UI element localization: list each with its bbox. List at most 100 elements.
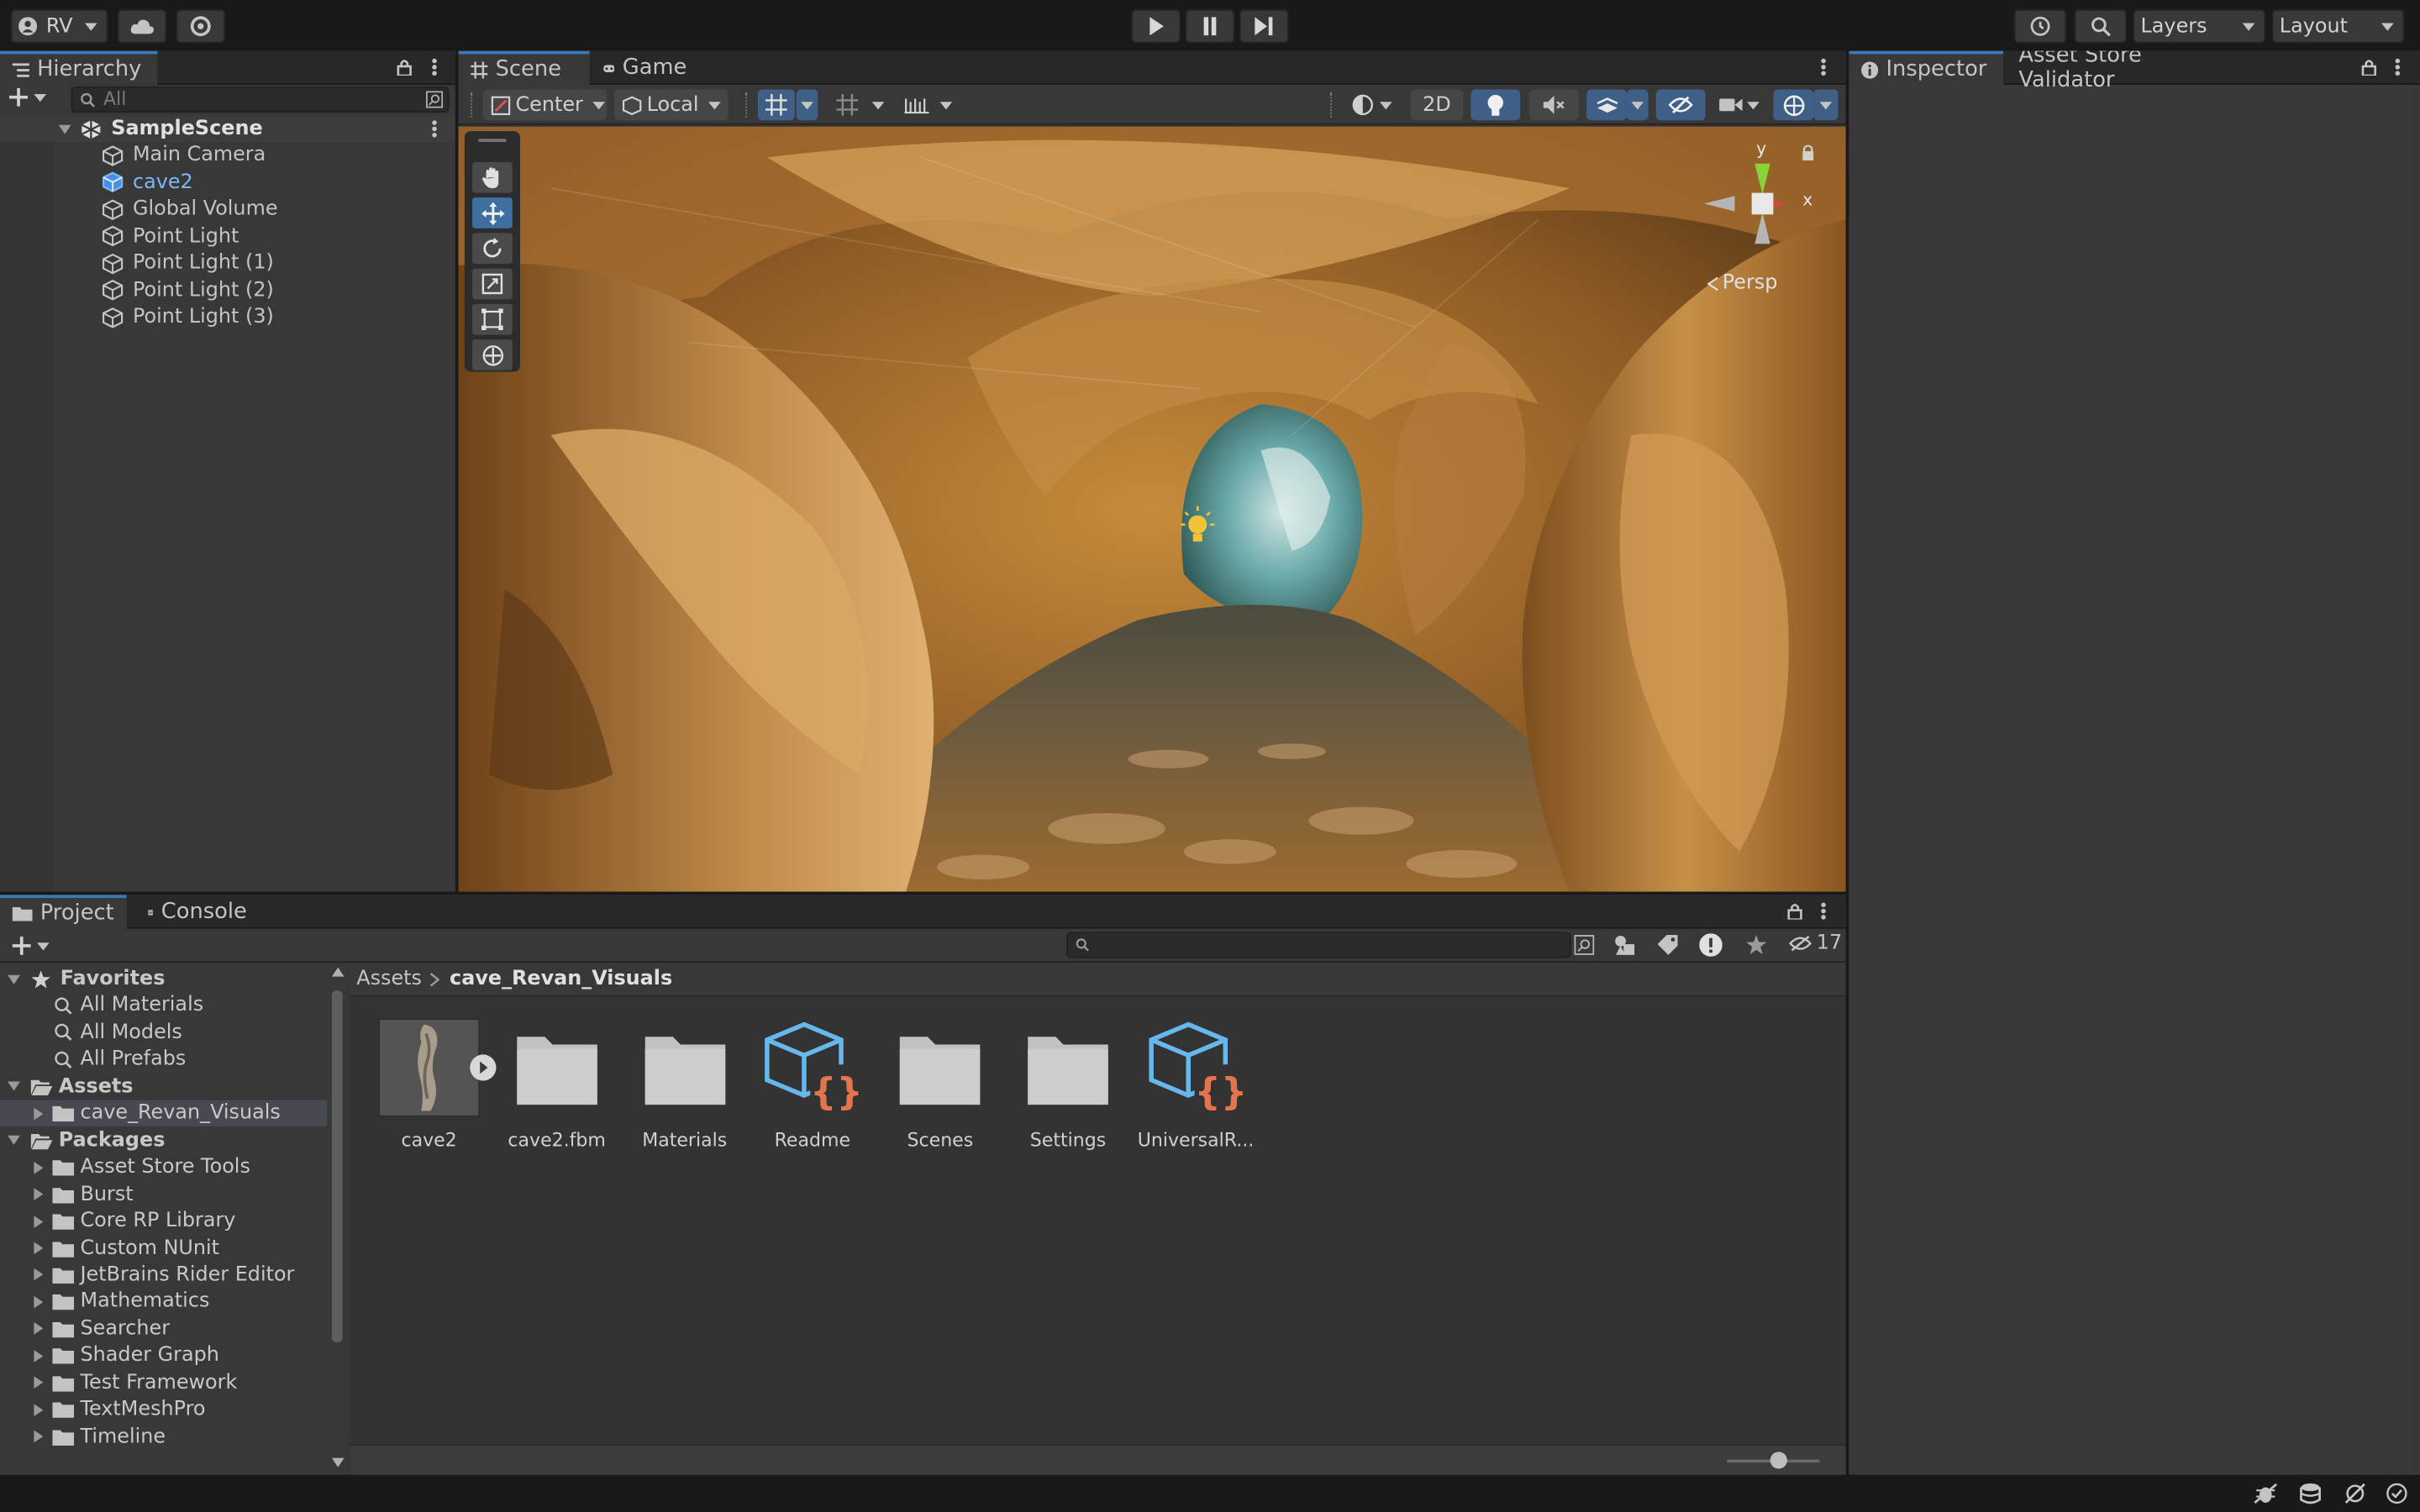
- hierarchy-item[interactable]: Main Camera: [0, 142, 455, 168]
- breadcrumb-root[interactable]: Assets: [356, 968, 422, 991]
- kebab-menu-icon[interactable]: [1821, 58, 1826, 76]
- tree-packages-header[interactable]: Packages: [0, 1127, 327, 1153]
- tab-inspector[interactable]: Inspector: [1849, 50, 2004, 86]
- play-button[interactable]: [1131, 9, 1181, 44]
- lock-icon[interactable]: [397, 59, 412, 76]
- lock-icon[interactable]: [1787, 902, 1802, 920]
- cloud-button[interactable]: [117, 9, 167, 44]
- checkmark-circle-icon[interactable]: [2386, 1483, 2408, 1504]
- tab-console[interactable]: Console: [136, 895, 260, 928]
- gizmos-toggle[interactable]: [1773, 89, 1814, 121]
- toggle-2d-button[interactable]: 2D: [1410, 89, 1464, 121]
- filter-by-type-icon[interactable]: [1614, 935, 1636, 955]
- expand-arrow-icon[interactable]: [34, 1161, 44, 1174]
- snap-settings-button[interactable]: [898, 90, 935, 121]
- star-icon[interactable]: [1745, 935, 1767, 955]
- expand-arrow-icon[interactable]: [8, 974, 20, 984]
- tree-package-item[interactable]: Searcher: [0, 1315, 327, 1341]
- expand-arrow-icon[interactable]: [8, 1082, 20, 1092]
- zoom-slider-thumb[interactable]: [1770, 1452, 1787, 1469]
- expand-arrow-icon[interactable]: [34, 1107, 44, 1120]
- layout-dropdown[interactable]: Layout: [2271, 9, 2405, 44]
- expand-arrow-icon[interactable]: [34, 1376, 44, 1389]
- move-tool-button[interactable]: [472, 197, 513, 228]
- expand-arrow-icon[interactable]: [34, 1430, 44, 1443]
- tree-folder-item[interactable]: cave_Revan_Visuals: [0, 1100, 328, 1127]
- hierarchy-item[interactable]: Point Light (2): [0, 277, 455, 303]
- debug-mode-icon[interactable]: [2254, 1483, 2278, 1504]
- expand-arrow-icon[interactable]: [34, 1268, 44, 1282]
- tree-package-item[interactable]: Asset Store Tools: [0, 1154, 327, 1180]
- scene-visibility-toggle[interactable]: [1655, 89, 1706, 121]
- asset-tile[interactable]: {} UniversalR...: [1135, 1018, 1255, 1157]
- transform-tool-button[interactable]: [472, 339, 513, 370]
- gizmos-dropdown[interactable]: [1813, 89, 1839, 121]
- asset-tile[interactable]: cave2.fbm: [497, 1018, 617, 1157]
- tab-game[interactable]: Game: [591, 51, 699, 85]
- expand-arrow-icon[interactable]: [8, 1136, 20, 1146]
- asset-tile[interactable]: Scenes: [880, 1018, 1000, 1157]
- tab-asset-store-validator[interactable]: Asset Store Validator: [2007, 51, 2238, 93]
- pause-button[interactable]: [1185, 9, 1235, 44]
- audio-toggle[interactable]: [1529, 89, 1579, 121]
- warning-filter-icon[interactable]: [1699, 933, 1723, 957]
- scene-camera-dropdown[interactable]: [1713, 90, 1765, 121]
- pivot-rotation-dropdown[interactable]: Local: [614, 89, 729, 121]
- kebab-menu-icon[interactable]: [2395, 58, 2401, 76]
- tree-package-item[interactable]: TextMeshPro: [0, 1397, 327, 1423]
- tree-package-item[interactable]: Custom NUnit: [0, 1235, 327, 1261]
- expand-arrow-icon[interactable]: [34, 1349, 44, 1362]
- tree-package-item[interactable]: Timeline: [0, 1424, 327, 1450]
- expand-arrow-icon[interactable]: [34, 1188, 44, 1201]
- hand-tool-button[interactable]: [472, 161, 513, 193]
- rotate-tool-button[interactable]: [472, 233, 513, 265]
- scroll-up-icon[interactable]: [331, 967, 345, 977]
- expand-play-icon[interactable]: [469, 1053, 497, 1081]
- tree-assets-header[interactable]: Assets: [0, 1074, 327, 1100]
- tree-favorites-header[interactable]: Favorites: [0, 966, 327, 992]
- search-mode-icon[interactable]: [1574, 935, 1595, 955]
- scroll-down-icon[interactable]: [331, 1457, 345, 1467]
- hierarchy-item[interactable]: Global Volume: [0, 196, 455, 222]
- increment-snap-dropdown[interactable]: [867, 90, 889, 121]
- step-button[interactable]: [1239, 9, 1289, 44]
- asset-tile[interactable]: cave2: [369, 1018, 497, 1157]
- scene-viewport[interactable]: y x Persp: [458, 126, 1846, 892]
- tab-project[interactable]: Project: [0, 895, 127, 929]
- create-asset-button[interactable]: [12, 936, 50, 955]
- expand-arrow-icon[interactable]: [34, 1295, 44, 1309]
- tree-package-item[interactable]: Test Framework: [0, 1370, 327, 1396]
- asset-tile[interactable]: Settings: [1007, 1018, 1128, 1157]
- lock-icon[interactable]: [2361, 59, 2376, 76]
- expand-arrow-icon[interactable]: [34, 1215, 44, 1228]
- undo-history-button[interactable]: [2013, 9, 2067, 44]
- tree-package-item[interactable]: Burst: [0, 1181, 327, 1207]
- increment-snap-toggle[interactable]: [829, 90, 865, 121]
- tree-favorite-item[interactable]: All Materials: [0, 993, 327, 1019]
- effects-dropdown[interactable]: [1626, 89, 1649, 121]
- cache-server-icon[interactable]: [2298, 1483, 2323, 1504]
- tree-favorite-item[interactable]: All Models: [0, 1020, 327, 1046]
- auto-generate-lighting-icon[interactable]: [2343, 1483, 2367, 1504]
- tree-package-item[interactable]: Core RP Library: [0, 1208, 327, 1234]
- draw-mode-dropdown[interactable]: [1343, 90, 1402, 121]
- effects-toggle[interactable]: [1586, 89, 1627, 121]
- tree-package-item[interactable]: JetBrains Rider Editor: [0, 1262, 327, 1288]
- tree-package-item[interactable]: Shader Graph: [0, 1342, 327, 1368]
- tree-favorite-item[interactable]: All Prefabs: [0, 1047, 327, 1073]
- search-by-type-icon[interactable]: [425, 91, 444, 108]
- create-button[interactable]: [9, 87, 47, 107]
- orientation-gizmo[interactable]: y x Persp: [1701, 139, 1824, 297]
- expand-arrow-icon[interactable]: [34, 1322, 44, 1336]
- scene-kebab-icon[interactable]: [432, 120, 437, 138]
- hierarchy-item[interactable]: Point Light: [0, 223, 455, 249]
- grid-snap-dropdown[interactable]: [796, 89, 818, 121]
- pivot-mode-dropdown[interactable]: Center: [482, 89, 607, 121]
- tree-package-item[interactable]: Mathematics: [0, 1289, 327, 1315]
- project-search-input[interactable]: [1066, 932, 1571, 958]
- hierarchy-item[interactable]: Point Light (3): [0, 304, 455, 330]
- tab-hierarchy[interactable]: Hierarchy: [0, 50, 158, 86]
- filter-by-label-icon[interactable]: [1657, 935, 1678, 955]
- rect-tool-button[interactable]: [472, 303, 513, 335]
- scroll-thumb[interactable]: [331, 990, 343, 1342]
